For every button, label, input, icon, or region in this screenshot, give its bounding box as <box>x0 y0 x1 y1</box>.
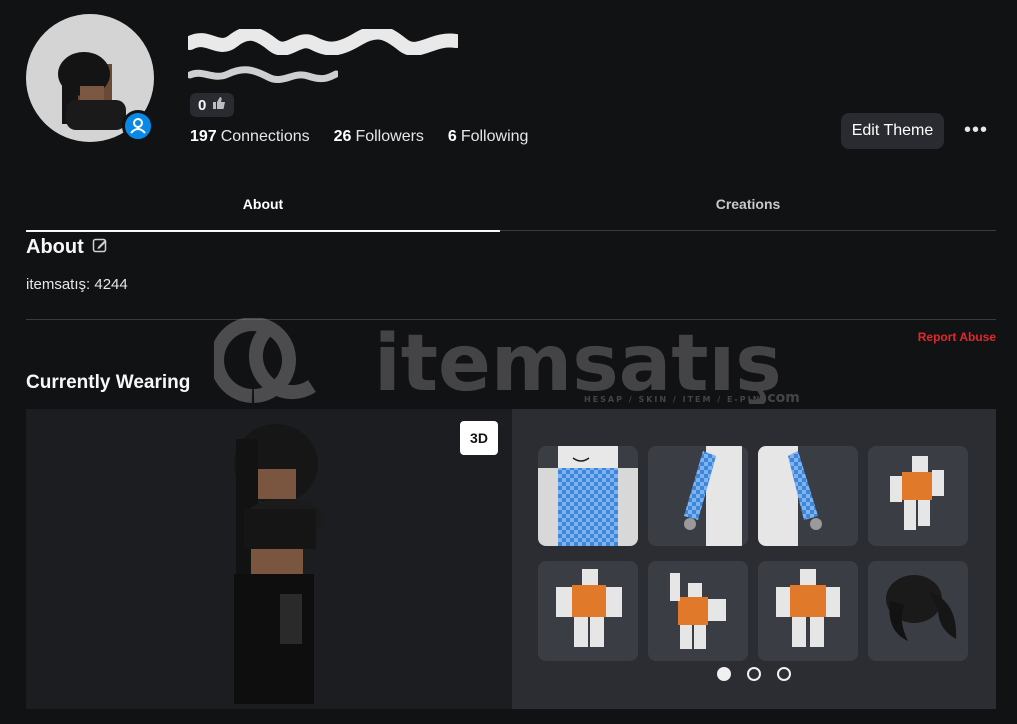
currently-wearing-heading: Currently Wearing <box>26 372 191 393</box>
stat-connections[interactable]: 197 Connections <box>190 128 310 146</box>
carousel-dot-1[interactable] <box>717 667 731 681</box>
hair-accessory-icon <box>886 575 957 641</box>
tab-creations[interactable]: Creations <box>500 190 996 231</box>
sleeves-left-icon <box>684 446 742 546</box>
wearing-item-animation-idle[interactable] <box>538 561 638 661</box>
about-description: itemsatış: 4244 <box>26 276 128 293</box>
display-name-redacted <box>188 29 458 55</box>
wearing-item-hair[interactable] <box>868 561 968 661</box>
likes-badge[interactable]: 0 <box>190 93 235 117</box>
thumbs-up-icon <box>212 96 226 114</box>
edit-icon[interactable] <box>92 236 108 259</box>
wearing-item-shirt[interactable] <box>538 446 638 546</box>
carousel-dot-3[interactable] <box>777 667 791 681</box>
avatar-figure <box>234 424 324 704</box>
wearing-item-sleeves-right[interactable] <box>758 446 858 546</box>
wearing-item-animation-wave[interactable] <box>648 561 748 661</box>
about-heading: About <box>26 236 108 259</box>
svg-text:.com: .com <box>762 390 800 404</box>
view-3d-toggle[interactable]: 3D <box>460 421 498 455</box>
section-divider <box>26 319 996 320</box>
animation-run-icon <box>890 456 944 530</box>
avatar-3d-viewer[interactable] <box>26 409 512 709</box>
carousel-dot-2[interactable] <box>747 667 761 681</box>
wearing-item-animation-stand[interactable] <box>758 561 858 661</box>
online-presence-icon <box>122 110 154 142</box>
shirt-checker-icon <box>538 446 638 546</box>
likes-count: 0 <box>198 96 207 114</box>
animation-idle-icon <box>556 569 622 647</box>
report-abuse-link[interactable]: Report Abuse <box>900 330 996 344</box>
tab-about[interactable]: About <box>26 190 500 232</box>
wearing-item-sleeves-left[interactable] <box>648 446 748 546</box>
stat-followers[interactable]: 26 Followers <box>334 128 424 146</box>
animation-wave-icon <box>670 573 726 649</box>
svg-text:itemsatış: itemsatış <box>374 319 782 404</box>
sleeves-right-icon <box>758 446 822 546</box>
username-redacted <box>188 66 338 84</box>
animation-stand-icon <box>776 569 840 647</box>
stat-following[interactable]: 6 Following <box>448 128 529 146</box>
profile-stats: 197 Connections 26 Followers 6 Following <box>190 128 528 146</box>
svg-text:HESAP / SKIN / ITEM / E-PIN: HESAP / SKIN / ITEM / E-PIN <box>584 395 761 404</box>
watermark-logo: itemsatış HESAP / SKIN / ITEM / E-PIN .c… <box>214 318 800 404</box>
edit-theme-button[interactable]: Edit Theme <box>841 113 944 149</box>
more-options-icon[interactable]: ••• <box>958 116 994 144</box>
wearing-item-animation-run[interactable] <box>868 446 968 546</box>
